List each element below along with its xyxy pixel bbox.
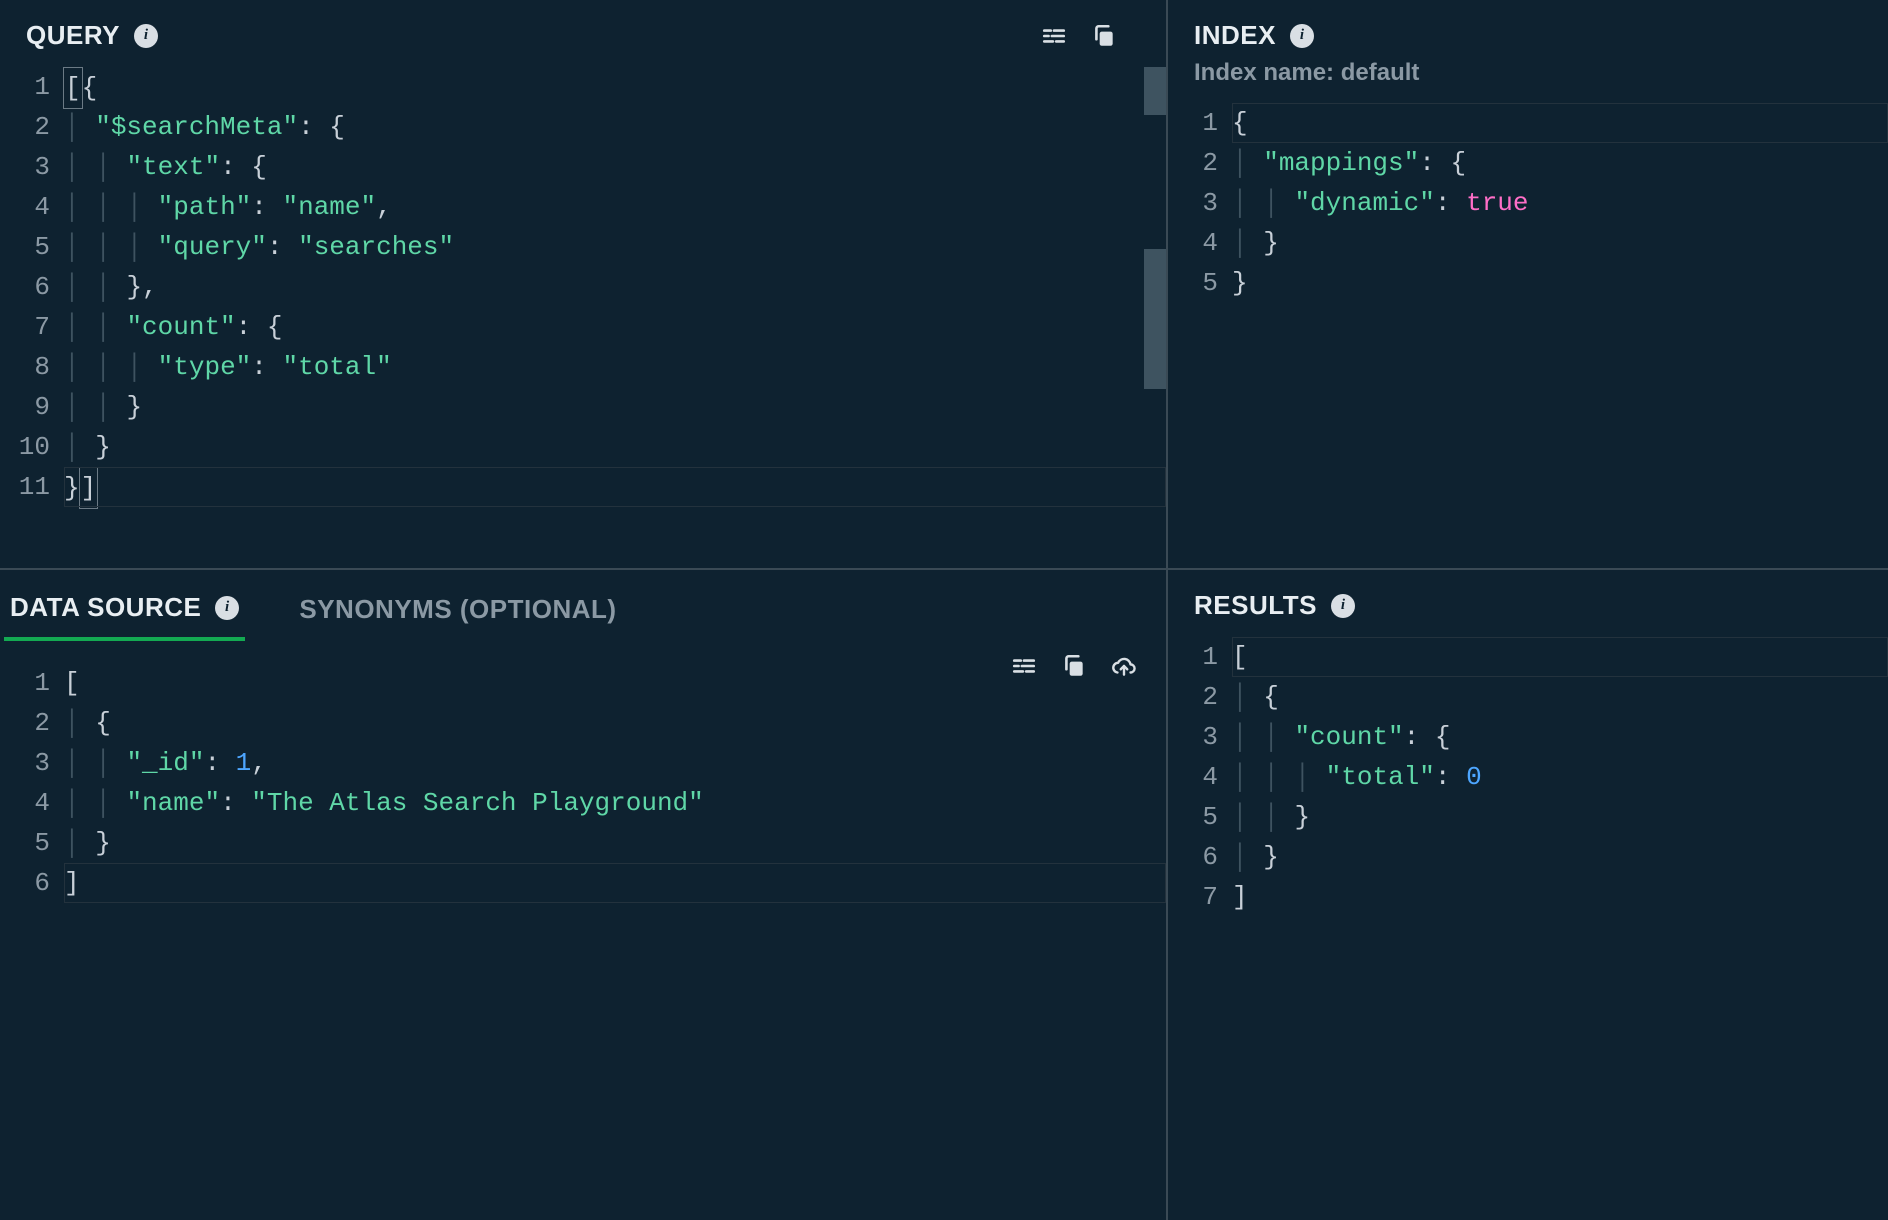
code-line[interactable]: [ [1232,637,1888,677]
code-line[interactable]: │ │ │ "type": "total" [64,347,1166,387]
code-line[interactable]: [{ [64,67,1166,107]
line-number: 3 [0,147,50,187]
code-area[interactable]: [│ {│ │ "_id": 1,│ │ "name": "The Atlas … [64,663,1166,1220]
data-source-editor[interactable]: 123456 [│ {│ │ "_id": 1,│ │ "name": "The… [0,641,1166,1220]
line-number: 4 [0,783,50,823]
line-number: 2 [0,107,50,147]
code-line[interactable]: │ │ "dynamic": true [1232,183,1888,223]
code-line[interactable]: ] [1232,877,1888,917]
code-line[interactable]: [ [64,663,1166,703]
tab-data-source[interactable]: DATA SOURCE i [4,592,245,641]
code-line[interactable]: │ "mappings": { [1232,143,1888,183]
code-area[interactable]: [│ {│ │ "count": {│ │ │ "total": 0│ │ }│… [1232,637,1888,1220]
code-line[interactable]: │ } [1232,837,1888,877]
query-title: QUERY [26,20,120,51]
index-name-label: Index name: [1194,59,1341,86]
line-number: 10 [0,427,50,467]
code-line[interactable]: │ { [1232,677,1888,717]
code-line[interactable]: │ │ } [64,387,1166,427]
line-number: 6 [0,863,50,903]
code-line[interactable]: │ } [64,427,1166,467]
info-icon[interactable]: i [1331,594,1355,618]
code-line[interactable]: │ │ │ "path": "name", [64,187,1166,227]
code-line[interactable]: │ │ "count": { [1232,717,1888,757]
index-name-value: default [1341,59,1420,86]
upload-icon[interactable] [1110,652,1138,680]
line-number-gutter: 123456 [0,663,64,1220]
code-line[interactable]: │ │ "name": "The Atlas Search Playground… [64,783,1166,823]
code-line[interactable]: }] [64,467,1166,507]
query-editor[interactable]: 1234567891011 [{│ "$searchMeta": {│ │ "t… [0,59,1166,568]
format-icon[interactable] [1010,652,1038,680]
scrollbar-thumb[interactable] [1144,249,1166,389]
line-number: 5 [0,227,50,267]
format-icon[interactable] [1040,22,1068,50]
line-number: 6 [1168,837,1218,877]
code-area[interactable]: {│ "mappings": {│ │ "dynamic": true│ }} [1232,103,1888,568]
code-line[interactable]: │ │ } [1232,797,1888,837]
code-line[interactable]: │ } [64,823,1166,863]
data-source-tabs: DATA SOURCE i SYNONYMS (OPTIONAL) [0,570,1166,641]
line-number: 6 [0,267,50,307]
scrollbar-thumb[interactable] [1144,67,1166,115]
results-editor[interactable]: 1234567 [│ {│ │ "count": {│ │ │ "total":… [1168,629,1888,1220]
line-number: 1 [0,663,50,703]
code-line[interactable]: } [1232,263,1888,303]
code-line[interactable]: │ "$searchMeta": { [64,107,1166,147]
copy-icon[interactable] [1090,22,1118,50]
tab-synonyms-optional[interactable]: SYNONYMS (OPTIONAL) [293,592,622,641]
line-number: 4 [1168,757,1218,797]
line-number: 5 [1168,263,1218,303]
info-icon[interactable]: i [215,596,239,620]
info-icon[interactable]: i [134,24,158,48]
line-number-gutter: 1234567 [1168,637,1232,1220]
info-icon[interactable]: i [1290,24,1314,48]
code-line[interactable]: │ { [64,703,1166,743]
line-number: 8 [0,347,50,387]
query-panel: QUERY i 1234567891011 [{│ "$searchMeta":… [0,0,1168,570]
code-line[interactable]: │ │ │ "query": "searches" [64,227,1166,267]
results-title: RESULTS [1194,590,1317,621]
code-line[interactable]: │ │ }, [64,267,1166,307]
code-line[interactable]: │ │ "text": { [64,147,1166,187]
line-number: 9 [0,387,50,427]
line-number: 4 [0,187,50,227]
line-number: 2 [1168,143,1218,183]
line-number: 3 [1168,717,1218,757]
code-line[interactable]: ] [64,863,1166,903]
line-number-gutter: 1234567891011 [0,67,64,568]
line-number: 1 [0,67,50,107]
line-number: 1 [1168,103,1218,143]
code-area[interactable]: [{│ "$searchMeta": {│ │ "text": {│ │ │ "… [64,67,1166,568]
line-number-gutter: 12345 [1168,103,1232,568]
line-number: 3 [1168,183,1218,223]
line-number: 4 [1168,223,1218,263]
results-panel: RESULTS i 1234567 [│ {│ │ "count": {│ │ … [1168,570,1888,1220]
line-number: 7 [0,307,50,347]
index-title: INDEX [1194,20,1276,51]
index-editor[interactable]: 12345 {│ "mappings": {│ │ "dynamic": tru… [1168,95,1888,568]
line-number: 5 [1168,797,1218,837]
line-number: 3 [0,743,50,783]
code-line[interactable]: │ │ "count": { [64,307,1166,347]
index-subtitle: Index name: default [1168,59,1888,95]
data-source-panel: DATA SOURCE i SYNONYMS (OPTIONAL) 123456 [… [0,570,1168,1220]
line-number: 11 [0,467,50,507]
tab-label: SYNONYMS (OPTIONAL) [299,594,616,625]
code-line[interactable]: { [1232,103,1888,143]
index-panel: INDEX i Index name: default 12345 {│ "ma… [1168,0,1888,570]
line-number: 2 [1168,677,1218,717]
line-number: 2 [0,703,50,743]
line-number: 5 [0,823,50,863]
code-line[interactable]: │ │ "_id": 1, [64,743,1166,783]
line-number: 1 [1168,637,1218,677]
line-number: 7 [1168,877,1218,917]
copy-icon[interactable] [1060,652,1088,680]
code-line[interactable]: │ │ │ "total": 0 [1232,757,1888,797]
tab-label: DATA SOURCE [10,592,201,623]
code-line[interactable]: │ } [1232,223,1888,263]
